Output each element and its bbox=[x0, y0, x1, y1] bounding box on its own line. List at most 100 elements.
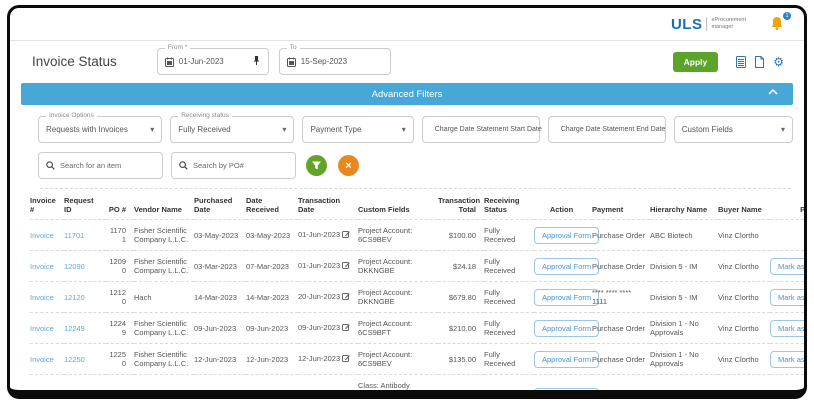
custom-fields-select[interactable]: Custom Fields ▾ bbox=[674, 116, 793, 143]
export-file-icon[interactable] bbox=[755, 56, 764, 68]
custom-fields-cell: Project Account: 6CS9BFT bbox=[358, 313, 438, 344]
uls-logo: ULS eProcurement manager bbox=[671, 16, 746, 33]
custom-field-line: Department: Operations bbox=[358, 392, 435, 399]
settings-gear-icon[interactable]: ⚙ bbox=[773, 56, 784, 68]
calendar-icon bbox=[165, 57, 174, 67]
hierarchy-name: Division 3 - BILL bbox=[650, 375, 718, 400]
mark-as-paid-button[interactable]: Mark as Paid bbox=[770, 351, 807, 368]
table-header-row: Invoice # Request ID PO # Vendor Name Pu… bbox=[30, 189, 807, 220]
edit-date-icon[interactable] bbox=[342, 292, 350, 302]
invoice-link[interactable]: Invoice bbox=[30, 324, 54, 333]
edit-date-icon[interactable] bbox=[342, 261, 350, 271]
request-id-link[interactable]: 11701 bbox=[64, 231, 84, 240]
approval-form-button[interactable]: Approval Form bbox=[534, 351, 599, 368]
edit-date-icon[interactable] bbox=[342, 230, 350, 240]
date-received: 09-Jun-2023 bbox=[246, 313, 298, 344]
vendor-name: Fisher Scientific Company L.L.C. bbox=[134, 220, 194, 251]
hierarchy-name: Division 1 - No Approvals bbox=[650, 344, 718, 375]
export-excel-icon[interactable] bbox=[736, 56, 746, 68]
invoice-link[interactable]: Invoice bbox=[30, 262, 54, 271]
close-icon: × bbox=[345, 160, 351, 172]
transaction-date: 01-Jun-2023 bbox=[298, 230, 340, 239]
chevron-down-icon: ▾ bbox=[282, 125, 286, 134]
approval-form-button[interactable]: Approval Form bbox=[534, 289, 599, 306]
custom-fields-cell: Class: AntibodyDepartment: OperationsPro… bbox=[358, 375, 438, 400]
approval-form-button[interactable]: Approval Form bbox=[534, 227, 599, 244]
custom-field-line: Project Account: 6CS9BEV bbox=[358, 226, 435, 244]
transaction-total: $100.00 bbox=[438, 220, 484, 251]
clear-filter-button[interactable]: × bbox=[338, 155, 359, 176]
purchased-date: 09-Jun-2023 bbox=[194, 313, 246, 344]
toolbar-icons: ⚙ bbox=[736, 56, 784, 68]
custom-field-line: Class: Antibody bbox=[358, 381, 435, 390]
table-row: Invoice 12291 12291 Fisher Scientific Co… bbox=[30, 375, 807, 400]
custom-fields-value: Custom Fields bbox=[682, 125, 733, 134]
charge-date-end-field[interactable]: Charge Date Statement End Date bbox=[548, 116, 666, 143]
col-request-id: Request ID bbox=[64, 189, 106, 220]
invoice-options-label: Invoice Options bbox=[46, 112, 97, 119]
po-number: 12249 bbox=[106, 313, 134, 344]
search-po-field[interactable] bbox=[171, 152, 296, 179]
buyer-name: Vinz Clortho bbox=[718, 344, 770, 375]
date-received: 03-May-2023 bbox=[246, 220, 298, 251]
mark-as-paid-button[interactable]: Mark as Paid bbox=[770, 320, 807, 337]
buyer-name: Vinz Clortho bbox=[718, 375, 770, 400]
notification-bell-icon[interactable]: 1 bbox=[770, 16, 786, 32]
apply-button[interactable]: Apply bbox=[673, 52, 719, 72]
search-po-input[interactable] bbox=[193, 161, 278, 170]
col-vendor: Vendor Name bbox=[134, 189, 194, 220]
date-received: 14-Jul-2023 bbox=[246, 375, 298, 400]
charge-date-start-field[interactable]: Charge Date Statement Start Date bbox=[422, 116, 540, 143]
purchased-date: 03-Mar-2023 bbox=[194, 251, 246, 282]
payment-type-select[interactable]: Payment Type ▾ bbox=[302, 116, 413, 143]
po-number: 11701 bbox=[106, 220, 134, 251]
edit-date-icon[interactable] bbox=[342, 323, 350, 333]
payment-method: Purchase Order bbox=[592, 251, 650, 282]
chevron-down-icon: ▾ bbox=[402, 125, 406, 134]
mark-as-paid-button[interactable]: Mark as Paid bbox=[770, 258, 807, 275]
pin-icon[interactable] bbox=[252, 53, 261, 71]
table-row: Invoice 12249 12249 Fisher Scientific Co… bbox=[30, 313, 807, 344]
invoice-link[interactable]: Invoice bbox=[30, 293, 54, 302]
from-date-field[interactable]: From * 01-Jun-2023 bbox=[157, 48, 269, 75]
payment-method: Purchase Order bbox=[592, 375, 650, 400]
calendar-icon bbox=[287, 57, 296, 67]
search-item-field[interactable] bbox=[38, 152, 163, 179]
mark-as-paid-button[interactable]: Mark as Paid bbox=[770, 289, 807, 306]
from-date-label: From * bbox=[165, 44, 191, 51]
transaction-total: $834.00 bbox=[438, 375, 484, 400]
invoice-link[interactable]: Invoice bbox=[30, 355, 54, 364]
vendor-name: Fisher Scientific Company L.L.C. bbox=[134, 251, 194, 282]
chevron-up-icon[interactable] bbox=[767, 88, 779, 99]
receiving-status-select[interactable]: Receiving status Fully Received ▾ bbox=[170, 116, 294, 143]
search-item-input[interactable] bbox=[60, 161, 145, 170]
invoice-options-value: Requests with Invoices bbox=[46, 125, 128, 134]
request-id-link[interactable]: 12090 bbox=[64, 262, 85, 271]
chevron-down-icon: ▾ bbox=[150, 125, 154, 134]
vendor-name: Hach bbox=[134, 282, 194, 313]
approval-form-button[interactable]: Approval Form bbox=[534, 388, 599, 399]
request-id-link[interactable]: 12120 bbox=[64, 293, 85, 302]
invoice-link[interactable]: Invoice bbox=[30, 231, 54, 240]
edit-date-icon[interactable] bbox=[342, 354, 350, 364]
request-id-link[interactable]: 12249 bbox=[64, 324, 85, 333]
receiving-status-label: Receiving status bbox=[178, 112, 232, 119]
advanced-filters-bar[interactable]: Advanced Filters bbox=[21, 83, 793, 105]
charge-date-start-value: Charge Date Statement Start Date bbox=[435, 126, 542, 133]
filter-panel: Invoice Options Requests with Invoices ▾… bbox=[10, 105, 804, 189]
col-hierarchy: Hierarchy Name bbox=[650, 189, 718, 220]
apply-filter-button[interactable] bbox=[306, 155, 327, 176]
to-date-field[interactable]: To 15-Sep-2023 bbox=[279, 48, 391, 75]
uls-logo-text: ULS bbox=[671, 16, 703, 33]
approval-form-button[interactable]: Approval Form bbox=[534, 258, 599, 275]
transaction-date: 12-Jun-2023 bbox=[298, 354, 340, 363]
po-number: 12250 bbox=[106, 344, 134, 375]
custom-fields-cell: Project Account: DKKNGBE bbox=[358, 251, 438, 282]
request-id-link[interactable]: 12250 bbox=[64, 355, 85, 364]
approval-form-button[interactable]: Approval Form bbox=[534, 320, 599, 337]
payment-method: Purchase Order bbox=[592, 313, 650, 344]
purchased-date: 14-Jul-2023 bbox=[194, 375, 246, 400]
notification-badge: 1 bbox=[783, 12, 791, 20]
invoice-options-select[interactable]: Invoice Options Requests with Invoices ▾ bbox=[38, 116, 162, 143]
transaction-total: $135.00 bbox=[438, 344, 484, 375]
